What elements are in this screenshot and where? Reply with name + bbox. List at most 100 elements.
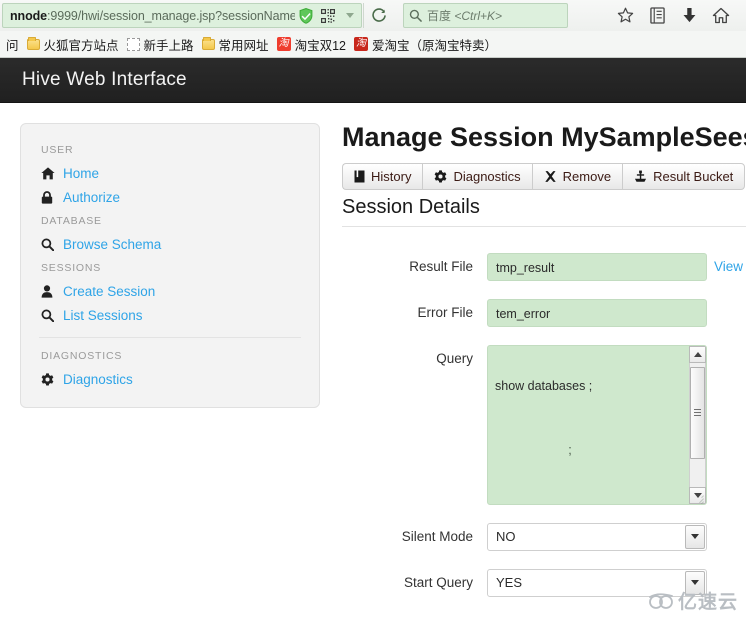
sidebar-item-label: Create Session [63,283,156,299]
book-icon [354,170,365,183]
reload-button[interactable] [363,3,393,28]
taobao-icon: 淘 [353,37,368,51]
remove-button[interactable]: Remove [531,162,623,190]
search-icon [41,309,58,322]
button-label: History [371,168,412,184]
anchor-glyph [635,170,647,182]
view-result-link[interactable]: View [707,253,743,274]
gear-glyph [435,170,447,183]
bookmark-label: 新手上路 [143,38,194,53]
bookmark-item-3[interactable]: 常用网址 [199,33,274,55]
session-details-form: Result File tmp_result View Error File t… [342,227,746,597]
query-label: Query [436,350,473,366]
anchor-icon [634,170,647,183]
silent-mode-label: Silent Mode [401,528,473,544]
gear-icon [41,372,58,386]
shield-check-icon[interactable] [295,4,317,27]
history-button[interactable]: History [342,162,423,190]
bookmark-label: 常用网址 [218,38,269,53]
result-bucket-button[interactable]: Result Bucket [622,162,746,190]
bookmark-item-0[interactable]: 问 [0,33,24,55]
url-host: nnode [10,8,47,23]
chevron-down-glyph [691,580,699,586]
browser-nav-toolbar: nnode:9999/hwi/session_manage.jsp?sessio… [0,0,746,31]
bookmark-label: 爱淘宝（原淘宝特卖） [371,38,497,53]
sidebar-item-browse-schema[interactable]: Browse Schema [21,232,319,256]
start-query-select[interactable]: YES [487,568,707,597]
qr-code-glyph [321,8,335,23]
chevron-up-icon [693,351,702,357]
shield-check-glyph [299,7,313,24]
sidebar-group-header-database: DATABASE [41,215,102,227]
sidebar-item-home[interactable]: Home [21,161,319,185]
url-bar[interactable]: nnode:9999/hwi/session_manage.jsp?sessio… [2,3,362,28]
bookmark-item-1[interactable]: 火狐官方站点 [24,33,124,55]
result-file-input[interactable]: tmp_result [487,252,707,281]
sidebar-item-authorize[interactable]: Authorize [21,185,319,209]
chevron-down-glyph [691,534,699,540]
bookmark-item-4[interactable]: 淘 淘宝双12 [274,33,351,55]
error-file-label: Error File [417,304,473,320]
url-text[interactable]: nnode:9999/hwi/session_manage.jsp?sessio… [3,9,295,23]
browser-chrome: nnode:9999/hwi/session_manage.jsp?sessio… [0,0,746,58]
search-engine-name: 百度 [427,9,452,23]
magnifier-glyph [41,309,54,322]
query-text-content: show databases ; ; ; ; [488,346,678,504]
book-glyph [354,170,365,183]
scrollbar-thumb[interactable] [690,366,705,459]
main-content: Manage Session MySampleSeesion History [320,122,746,615]
sidebar-item-create-session[interactable]: Create Session [21,279,319,303]
gear-icon [434,170,447,183]
resize-handle-icon[interactable] [695,493,704,504]
content-row: USER Home Authorize DATABASE Browse Sche… [0,103,746,615]
bookmark-item-5[interactable]: 淘 爱淘宝（原淘宝特卖） [351,33,502,55]
library-icon[interactable] [642,3,672,29]
chevron-down-icon[interactable] [685,524,705,549]
app-header: Hive Web Interface [0,58,746,103]
magnifier-icon [409,9,422,22]
search-placeholder-text: 百度 <Ctrl+K> [427,7,502,24]
bookmark-label: 火狐官方站点 [43,38,119,53]
sidebar-item-label: Authorize [63,189,121,205]
downloads-icon[interactable] [674,3,704,29]
lock-glyph [41,190,53,204]
form-row-error-file: Error File tem_error [342,298,746,327]
query-textarea[interactable]: show databases ; ; ; ; [487,344,707,505]
home-icon [41,166,58,180]
folder-icon [201,36,215,50]
error-file-input[interactable]: tem_error [487,298,707,327]
library-glyph [649,7,665,24]
sidebar-item-label: Diagnostics [63,371,133,387]
sidebar-divider [39,337,301,338]
sidebar-group-header-diagnostics: DIAGNOSTICS [41,350,123,362]
star-glyph [617,7,633,23]
home-glyph [41,166,55,179]
sidebar-item-label: Home [63,165,100,181]
qr-code-icon[interactable] [317,4,339,27]
silent-mode-select[interactable]: NO [487,522,707,551]
bookmark-label: 淘宝双12 [294,38,346,53]
chevron-down-icon[interactable] [339,4,361,27]
section-title: Session Details [342,196,746,227]
result-file-label: Result File [409,258,473,274]
button-label: Result Bucket [653,168,734,184]
taobao-icon: 淘 [276,37,291,51]
scrollbar-track[interactable] [689,362,706,487]
chevron-down-icon[interactable] [685,570,705,595]
sidebar-item-list-sessions[interactable]: List Sessions [21,303,319,327]
query-scrollbar[interactable] [689,345,706,504]
close-x-icon [544,170,557,183]
magnifier-glyph [41,238,54,251]
form-row-start-query: Start Query YES [342,568,746,597]
session-action-toolbar: History Diagnostics Remove Result Bucket [342,162,746,190]
scroll-up-button[interactable] [689,345,706,363]
page-viewport: Hive Web Interface USER Home Authorize D… [0,58,746,624]
search-input[interactable]: 百度 <Ctrl+K> [403,3,568,28]
sidebar-item-diagnostics[interactable]: Diagnostics [21,367,319,391]
reload-icon [371,7,386,22]
bookmark-item-2[interactable]: 新手上路 [124,33,199,55]
home-icon[interactable] [706,3,736,29]
bookmark-star-icon[interactable] [610,3,640,29]
diagnostics-button[interactable]: Diagnostics [422,162,532,190]
sidebar-group-header-user: USER [41,144,74,156]
